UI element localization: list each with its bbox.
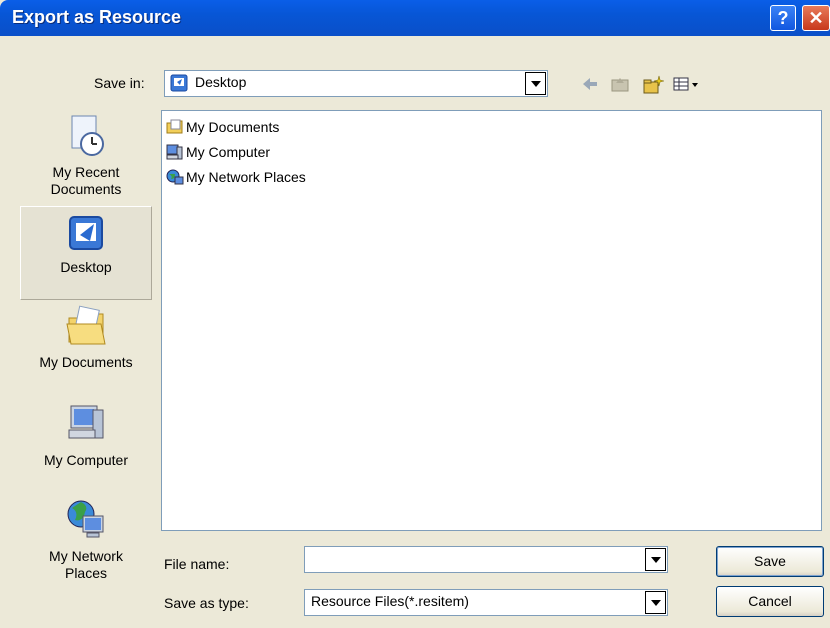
- window-title: Export as Resource: [12, 7, 182, 27]
- save-in-value: Desktop: [195, 74, 247, 90]
- new-folder-icon[interactable]: [642, 75, 665, 98]
- network-icon: [166, 169, 184, 188]
- place-network-places[interactable]: My Network Places: [20, 498, 152, 588]
- file-name-label: File name:: [164, 556, 230, 572]
- place-label: My Recent Documents: [50, 164, 122, 197]
- place-my-documents[interactable]: My Documents: [20, 304, 152, 384]
- cancel-button[interactable]: Cancel: [716, 586, 824, 617]
- title-bar: Export as Resource ? ✕: [0, 0, 830, 36]
- views-menu-icon[interactable]: [672, 75, 706, 96]
- place-desktop[interactable]: Desktop: [20, 206, 152, 300]
- my-documents-icon: [20, 304, 152, 352]
- chevron-down-icon[interactable]: [645, 548, 666, 571]
- computer-icon: [166, 144, 184, 163]
- up-folder-icon[interactable]: [610, 75, 630, 96]
- places-bar: My Recent Documents Desktop My Documents…: [20, 108, 152, 618]
- save-as-type-dropdown[interactable]: Resource Files(*.resitem): [304, 589, 668, 616]
- close-button[interactable]: ✕: [802, 5, 830, 31]
- save-in-dropdown[interactable]: Desktop: [164, 70, 548, 97]
- file-name-input[interactable]: [304, 546, 668, 573]
- recent-documents-icon: [20, 114, 152, 162]
- help-button[interactable]: ?: [770, 5, 796, 31]
- file-name-text: My Computer: [186, 144, 271, 160]
- place-label: My Network Places: [49, 548, 123, 581]
- place-label: My Computer: [43, 452, 129, 468]
- folder-icon: [166, 119, 184, 138]
- place-recent-documents[interactable]: My Recent Documents: [20, 114, 152, 202]
- place-label: Desktop: [60, 259, 112, 275]
- network-places-icon: [20, 498, 152, 546]
- chevron-down-icon[interactable]: [525, 72, 546, 95]
- desktop-small-icon: [170, 74, 188, 95]
- save-as-type-value: Resource Files(*.resitem): [311, 593, 469, 609]
- save-button[interactable]: Save: [716, 546, 824, 577]
- file-list[interactable]: My Documents My Computer My Network Plac…: [161, 110, 822, 531]
- my-computer-icon: [20, 402, 152, 450]
- desktop-icon: [21, 215, 151, 257]
- save-in-label: Save in:: [94, 75, 145, 91]
- file-name-text: My Documents: [186, 119, 280, 135]
- save-as-type-label: Save as type:: [164, 595, 249, 611]
- place-label: My Documents: [39, 354, 133, 370]
- place-my-computer[interactable]: My Computer: [20, 402, 152, 482]
- export-dialog: Export as Resource ? ✕ Save in: Desktop …: [0, 0, 830, 628]
- file-name-text: My Network Places: [186, 169, 306, 185]
- back-arrow-icon[interactable]: [581, 75, 599, 96]
- chevron-down-icon[interactable]: [645, 591, 666, 614]
